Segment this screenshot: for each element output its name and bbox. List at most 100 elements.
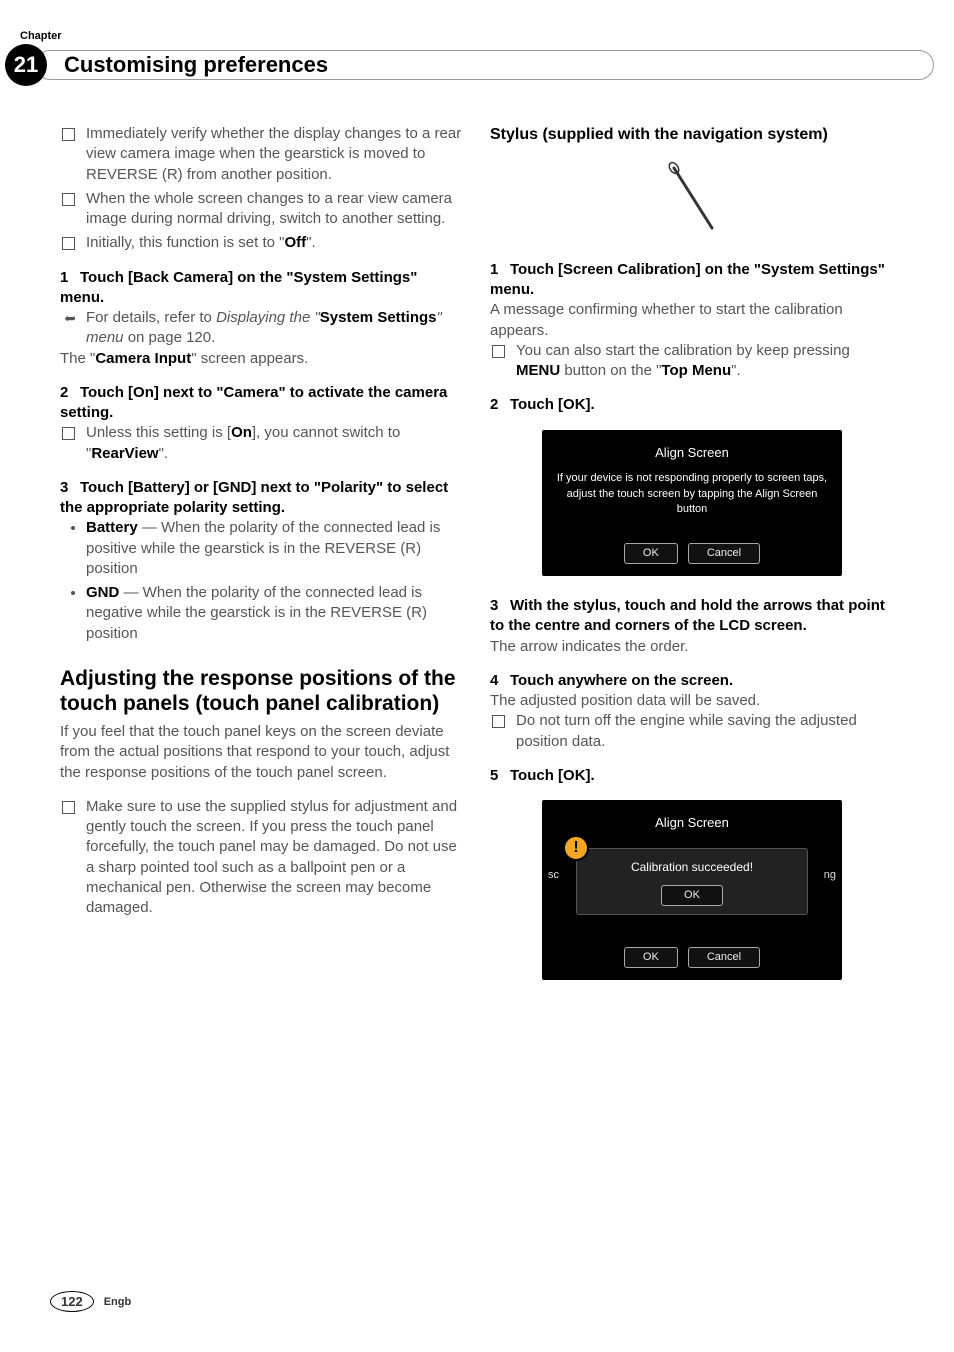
text: ". — [306, 234, 316, 251]
step-heading: Touch [OK]. — [510, 396, 595, 413]
keyword-off: Off — [284, 234, 306, 251]
step-number: 2 — [60, 383, 80, 403]
step-1: 1Touch [Screen Calibration] on the "Syst… — [490, 260, 894, 382]
text: on page 120. — [124, 329, 216, 346]
step-number: 3 — [490, 596, 510, 616]
section-body: If you feel that the touch panel keys on… — [60, 722, 464, 783]
cancel-button[interactable]: Cancel — [688, 543, 760, 564]
text: Initially, this function is set to " — [86, 234, 284, 251]
list-item: Unless this setting is [On], you cannot … — [86, 423, 464, 464]
step-3: 3With the stylus, touch and hold the arr… — [490, 596, 894, 657]
chapter-title: Customising preferences — [64, 52, 328, 78]
step-heading: With the stylus, touch and hold the arro… — [490, 597, 885, 634]
step-number: 5 — [490, 766, 510, 786]
left-column: Immediately verify whether the display c… — [60, 124, 464, 1000]
dialog-title: Align Screen — [552, 444, 832, 462]
list-item: Do not turn off the engine while saving … — [516, 711, 894, 752]
stylus-icon — [662, 156, 722, 236]
cancel-button[interactable]: Cancel — [688, 947, 760, 968]
page-number: 122 — [50, 1291, 94, 1312]
step-number: 3 — [60, 478, 80, 498]
align-screen-dialog-1: Align Screen If your device is not respo… — [542, 430, 842, 577]
step-5: 5Touch [OK]. — [490, 766, 894, 786]
right-column: Stylus (supplied with the navigation sys… — [490, 124, 894, 1000]
dialog-buttons: OK Cancel — [552, 543, 832, 564]
chapter-label: Chapter — [20, 30, 894, 42]
step-2: 2Touch [On] next to "Camera" to activate… — [60, 383, 464, 464]
ok-button[interactable]: OK — [624, 543, 678, 564]
list-item: When the whole screen changes to a rear … — [86, 189, 464, 230]
step-heading: Touch [Screen Calibration] on the "Syste… — [490, 261, 885, 298]
language-code: Engb — [104, 1296, 132, 1308]
text-italic: Displaying the " — [216, 309, 320, 326]
text: For details, refer to — [86, 309, 216, 326]
section-heading-calibration: Adjusting the response positions of the … — [60, 666, 464, 716]
list-item: Make sure to use the supplied stylus for… — [86, 797, 464, 919]
step-2-checklist: Unless this setting is [On], you cannot … — [60, 423, 464, 464]
keyword-menu: MENU — [516, 362, 560, 379]
text: ". — [731, 362, 741, 379]
list-item: GND — When the polarity of the connected… — [86, 583, 464, 644]
page: Chapter 21 Customising preferences Immed… — [0, 0, 954, 1352]
step-body: A message confirming whether to start th… — [490, 300, 894, 341]
step-number: 2 — [490, 395, 510, 415]
step-heading: Touch anywhere on the screen. — [510, 672, 733, 689]
step-1-checklist: You can also start the calibration by ke… — [490, 341, 894, 382]
clipped-text-right: ng — [824, 868, 836, 883]
step-number: 1 — [60, 268, 80, 288]
keyword-top-menu: Top Menu — [661, 362, 731, 379]
text: The " — [60, 350, 95, 367]
step-heading: Touch [Back Camera] on the "System Setti… — [60, 269, 417, 306]
chapter-number-badge: 21 — [5, 44, 47, 86]
text: — When the polarity of the connected lea… — [86, 584, 427, 642]
step-3: 3Touch [Battery] or [GND] next to "Polar… — [60, 478, 464, 644]
step-heading: Touch [Battery] or [GND] next to "Polari… — [60, 479, 448, 516]
clipped-text-left: sc — [548, 868, 559, 883]
step-body: The "Camera Input" screen appears. — [60, 349, 464, 369]
list-item: You can also start the calibration by ke… — [516, 341, 894, 382]
chapter-title-bar: Customising preferences — [35, 50, 934, 80]
step-body: The adjusted position data will be saved… — [490, 691, 894, 711]
align-screen-dialog-2: Align Screen sc ng ! Calibration succeed… — [542, 800, 842, 980]
stylus-heading: Stylus (supplied with the navigation sys… — [490, 124, 894, 146]
step-number: 1 — [490, 260, 510, 280]
success-popup: ! Calibration succeeded! OK — [576, 848, 808, 915]
stylus-illustration — [490, 156, 894, 242]
two-column-layout: Immediately verify whether the display c… — [60, 124, 894, 1000]
keyword-rearview: RearView — [91, 445, 158, 462]
list-item: Immediately verify whether the display c… — [86, 124, 464, 185]
dialog-title: Align Screen — [552, 814, 832, 832]
step-4: 4Touch anywhere on the screen. The adjus… — [490, 671, 894, 752]
text: You can also start the calibration by ke… — [516, 342, 850, 359]
step-heading: Touch [OK]. — [510, 767, 595, 784]
list-item: Battery — When the polarity of the conne… — [86, 518, 464, 579]
popup-ok-button[interactable]: OK — [661, 885, 723, 906]
dialog-buttons: OK Cancel — [542, 947, 842, 968]
calibration-checklist: Make sure to use the supplied stylus for… — [60, 797, 464, 919]
keyword-camera-input: Camera Input — [95, 350, 191, 367]
step-1: 1Touch [Back Camera] on the "System Sett… — [60, 268, 464, 369]
keyword-on: On — [231, 424, 252, 441]
step-3-bullets: Battery — When the polarity of the conne… — [60, 518, 464, 644]
keyword-system-settings: System Settings — [320, 309, 437, 326]
text: ". — [159, 445, 169, 462]
list-item: Initially, this function is set to "Off"… — [86, 233, 464, 253]
step-2: 2Touch [OK]. — [490, 395, 894, 415]
dialog-body: If your device is not responding properl… — [552, 471, 832, 517]
text: Unless this setting is [ — [86, 424, 231, 441]
chapter-header: 21 Customising preferences — [5, 44, 894, 84]
ok-button[interactable]: OK — [624, 947, 678, 968]
step-4-checklist: Do not turn off the engine while saving … — [490, 711, 894, 752]
alert-icon: ! — [563, 835, 589, 861]
intro-checklist: Immediately verify whether the display c… — [60, 124, 464, 254]
popup-message: Calibration succeeded! — [585, 859, 799, 875]
step-heading: Touch [On] next to "Camera" to activate … — [60, 384, 447, 421]
cross-reference: For details, refer to Displaying the "Sy… — [60, 308, 464, 349]
step-number: 4 — [490, 671, 510, 691]
keyword-gnd: GND — [86, 584, 119, 601]
step-body: The arrow indicates the order. — [490, 637, 894, 657]
text: button on the " — [560, 362, 661, 379]
text: " screen appears. — [191, 350, 308, 367]
page-footer: 122 Engb — [50, 1291, 131, 1312]
keyword-battery: Battery — [86, 519, 138, 536]
